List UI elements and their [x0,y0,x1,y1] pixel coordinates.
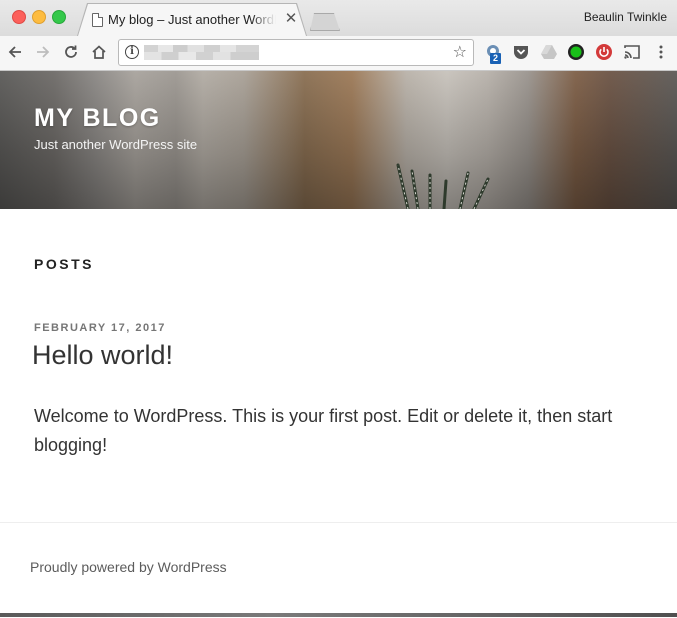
extension-badge-count: 2 [490,53,502,64]
url-text-redacted [144,45,259,60]
profile-name[interactable]: Beaulin Twinkle [584,10,667,24]
site-description: Just another WordPress site [34,137,198,152]
footer-credit-link[interactable]: Proudly powered by WordPress [30,559,227,575]
window-minimize-button[interactable] [32,10,46,24]
post-date[interactable]: February 17, 2017 [34,322,166,334]
tab-close-button[interactable]: ✕ [284,10,298,28]
page-title: Posts [34,256,94,272]
tab-title: My blog – Just another WordPress site [108,12,276,27]
drive-icon[interactable] [540,43,558,61]
page-icon [92,13,103,27]
window-titlebar: My blog – Just another WordPress site ✕ … [0,0,677,36]
arrow-right-icon [37,46,50,58]
back-button[interactable] [4,41,26,63]
forward-button[interactable] [32,41,54,63]
site-title[interactable]: My blog [34,104,161,133]
new-tab-button[interactable] [310,13,340,31]
site-footer: Proudly powered by WordPress [0,522,677,618]
address-bar[interactable]: i ☆ [118,39,474,66]
home-button[interactable] [88,41,110,63]
window-zoom-button[interactable] [52,10,66,24]
info-icon[interactable]: i [125,45,139,59]
home-icon [92,45,106,59]
reload-icon [65,45,77,58]
menu-icon[interactable] [652,43,670,61]
browser-tab[interactable]: My blog – Just another WordPress site ✕ [78,4,306,36]
power-icon[interactable] [595,43,613,61]
browser-toolbar: i ☆ 2 [0,36,677,71]
reload-button[interactable] [60,41,82,63]
star-icon[interactable]: ☆ [453,42,467,62]
arrow-left-icon [8,46,21,58]
header-plant-image [396,163,490,209]
cast-icon[interactable] [623,43,641,61]
post-title[interactable]: Hello world! [32,340,173,371]
site-header: My blog Just another WordPress site [0,71,677,209]
window-bottom-edge [0,613,677,617]
pocket-icon[interactable] [512,43,530,61]
green-dot-icon[interactable] [567,43,585,61]
window-close-button[interactable] [12,10,26,24]
post-body: Welcome to WordPress. This is your first… [34,406,613,455]
